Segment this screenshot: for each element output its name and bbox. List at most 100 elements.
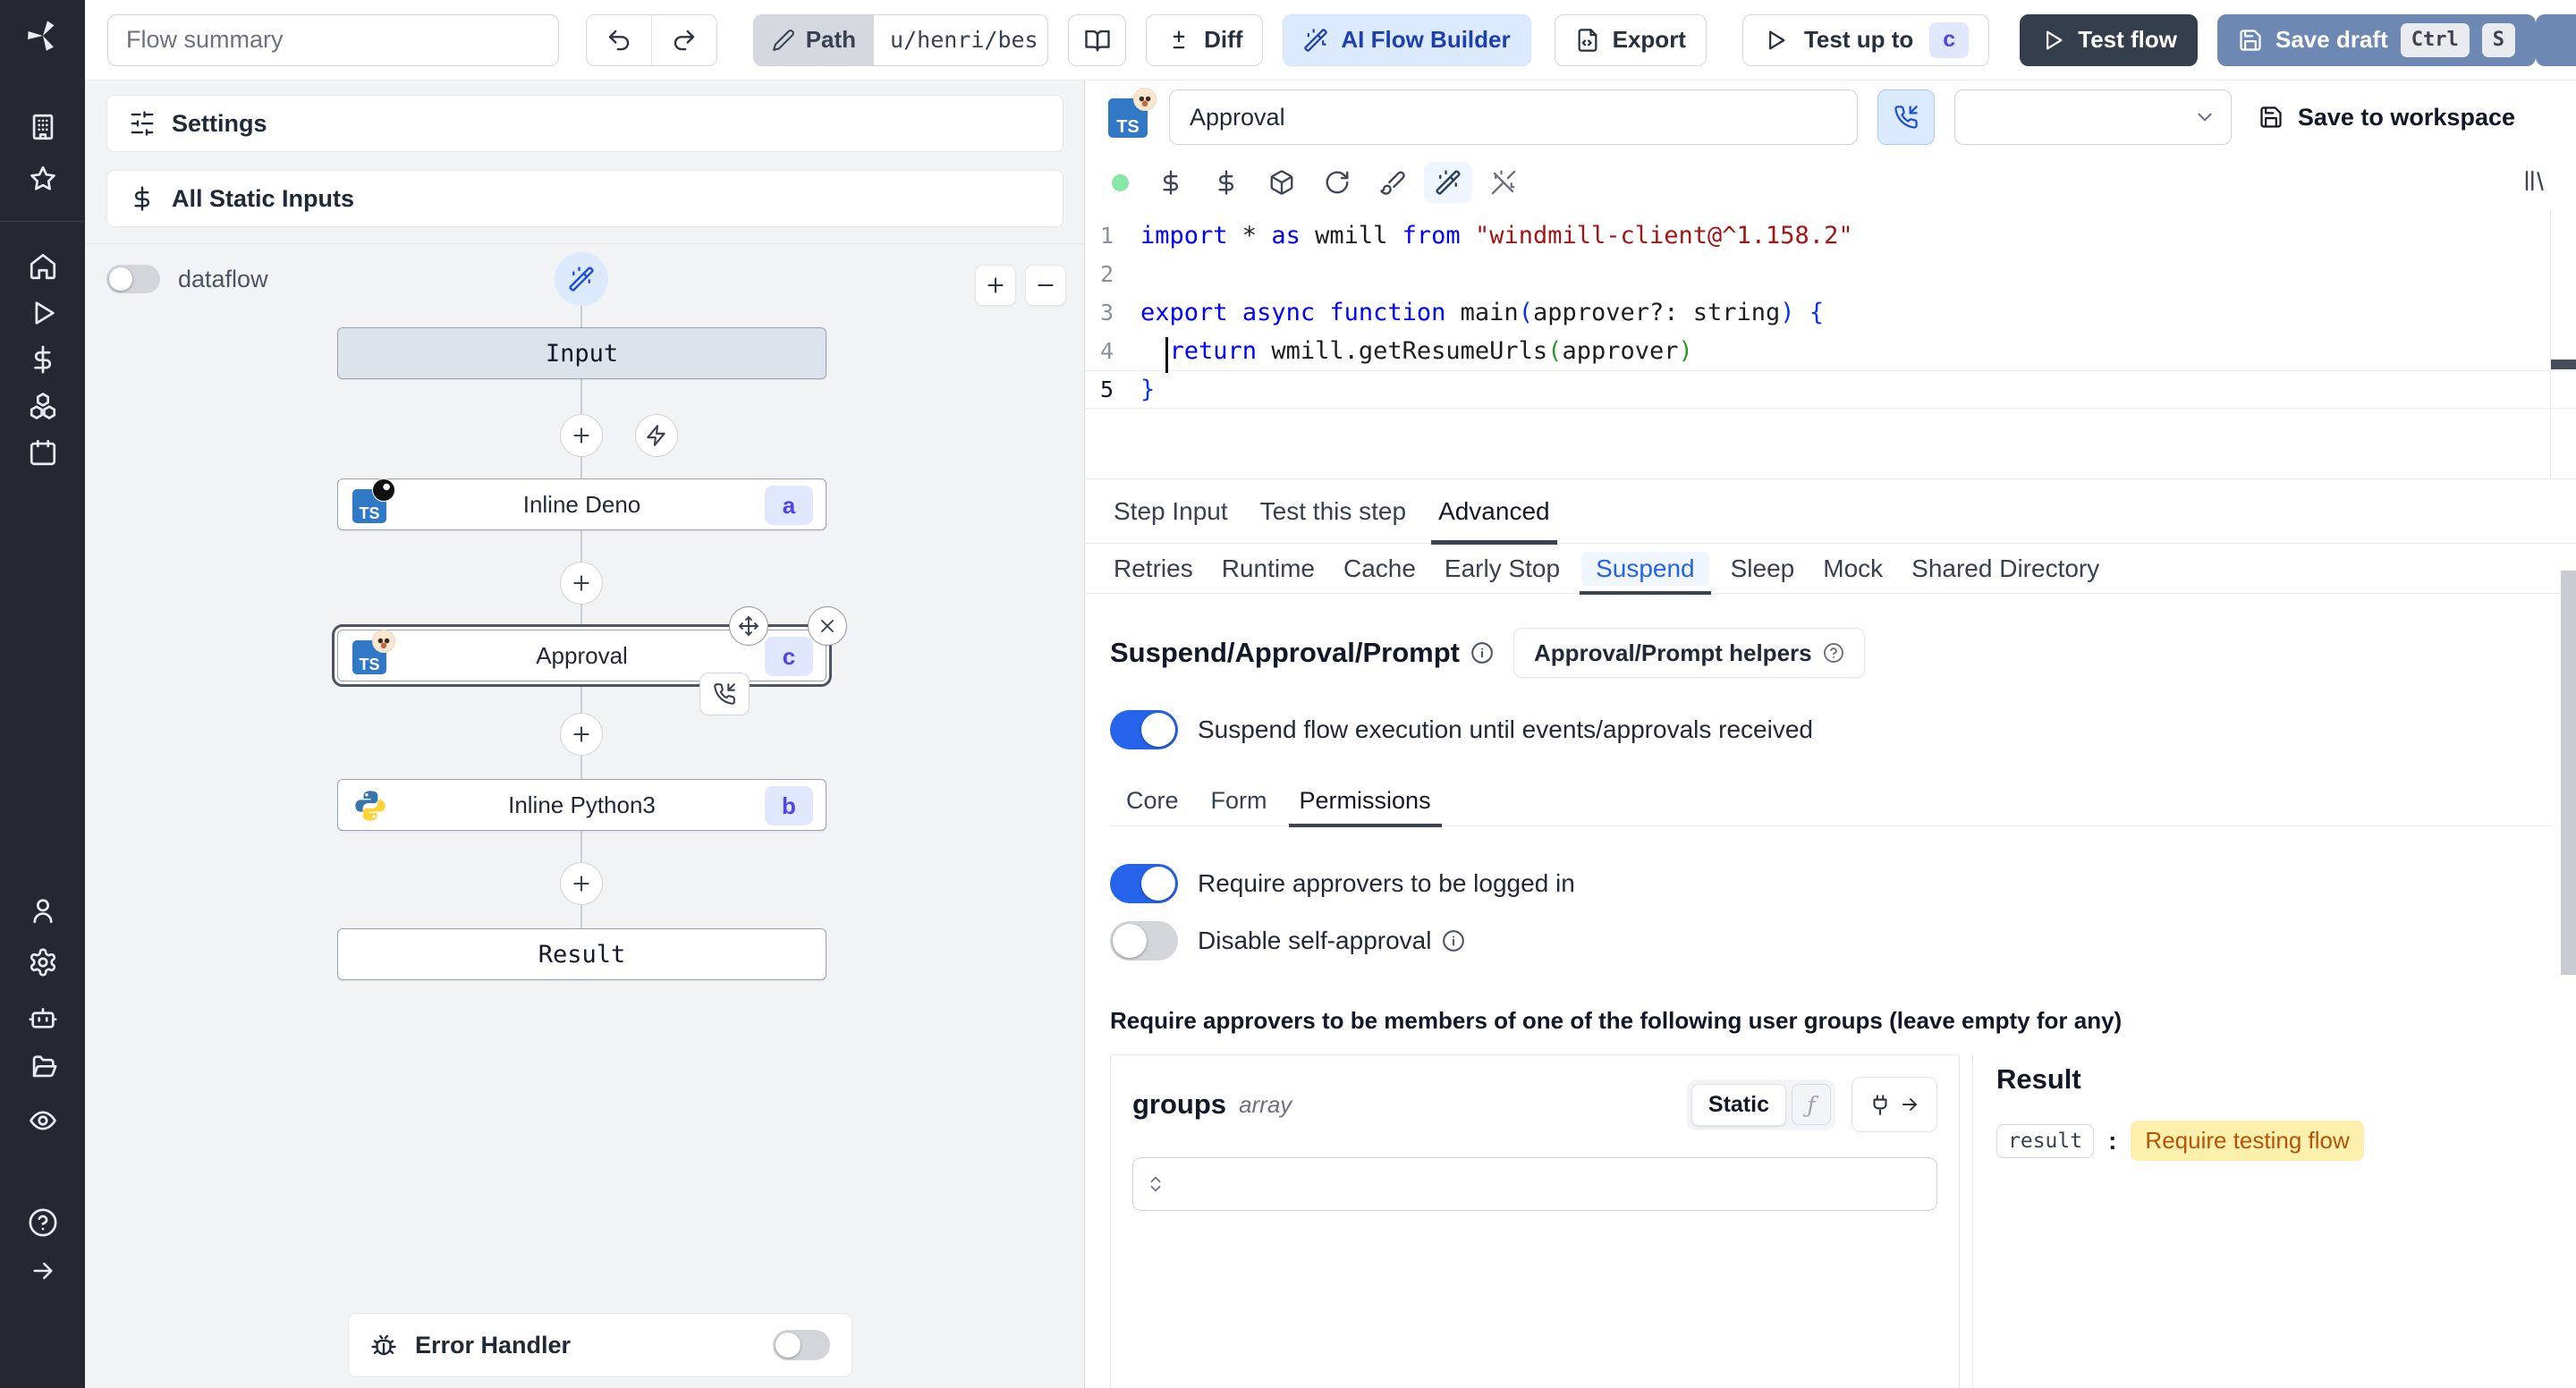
graph-zoom-in-button[interactable] (975, 265, 1016, 306)
export-button[interactable]: Export (1554, 13, 1707, 66)
flow-settings-button[interactable]: Settings (106, 95, 1063, 152)
tab-advanced[interactable]: Advanced (1422, 479, 1566, 545)
sidebar-item-schedules[interactable] (0, 429, 85, 476)
all-static-inputs-button[interactable]: All Static Inputs (106, 170, 1063, 227)
sidebar-item-resources[interactable] (0, 383, 85, 429)
tab-step-input[interactable]: Step Input (1097, 479, 1244, 543)
library-button[interactable] (2522, 167, 2549, 199)
eye-icon (29, 1111, 56, 1130)
test-flow-button[interactable]: Test flow (2020, 13, 2198, 66)
tab-permissions[interactable]: Permissions (1284, 776, 1447, 827)
result-separator: : (2108, 1126, 2117, 1155)
code-editor[interactable]: 1 import * as wmill from "windmill-clien… (1085, 211, 2576, 479)
require-login-toggle[interactable] (1110, 864, 1178, 903)
help-circle-icon (1823, 643, 1843, 663)
tab-shared-directory[interactable]: Shared Directory (1897, 544, 2114, 593)
sidebar-item-variables[interactable] (0, 336, 85, 383)
flow-node-inline-python3[interactable]: Inline Python3 b (337, 779, 826, 831)
info-icon[interactable] (1470, 641, 1494, 664)
sidebar-item-home[interactable] (0, 243, 85, 290)
error-handler-label: Error Handler (415, 1331, 572, 1358)
windmill-logo-icon[interactable] (0, 0, 85, 72)
boxes-icon (30, 393, 55, 419)
package-button[interactable] (1268, 169, 1295, 196)
add-step-button[interactable] (560, 414, 603, 457)
tab-early-stop[interactable]: Early Stop (1430, 544, 1574, 593)
disable-self-approval-toggle[interactable] (1110, 921, 1178, 961)
tab-cache[interactable]: Cache (1329, 544, 1430, 593)
sidebar-item-workers[interactable] (0, 994, 85, 1040)
ai-graph-wand-button[interactable] (555, 252, 608, 306)
groups-array-input[interactable] (1132, 1157, 1937, 1211)
undo-button[interactable] (586, 14, 652, 65)
redo-button[interactable] (651, 14, 716, 65)
error-handler-toggle[interactable] (773, 1330, 830, 1360)
sidebar-item-users[interactable] (0, 887, 85, 934)
sidebar-item-settings[interactable] (0, 939, 85, 986)
delete-node-button[interactable] (808, 606, 847, 646)
sidebar-collapse-button[interactable] (0, 1248, 85, 1294)
tab-core[interactable]: Core (1110, 776, 1195, 825)
add-trigger-button[interactable] (635, 414, 678, 457)
test-up-to-step-badge: c (1929, 21, 1970, 58)
test-up-to-button[interactable]: Test up to c (1741, 13, 1990, 66)
flow-summary-input[interactable] (107, 13, 559, 66)
docs-button[interactable] (1068, 13, 1127, 66)
sidebar-item-folders[interactable] (0, 1044, 85, 1090)
ai-disabled-button[interactable] (1490, 169, 1517, 196)
tab-suspend[interactable]: Suspend (1574, 544, 1716, 595)
sidebar-item-help[interactable] (0, 1199, 85, 1246)
diff-button[interactable]: Diff (1146, 13, 1264, 66)
sidebar-item-runs[interactable] (0, 290, 85, 336)
step-name-input[interactable] (1169, 89, 1858, 145)
add-step-button[interactable] (560, 862, 603, 905)
info-icon[interactable] (1442, 929, 1465, 952)
graph-zoom-out-button[interactable] (1025, 265, 1066, 306)
panel-scrollbar[interactable] (2561, 571, 2576, 975)
chevron-down-icon (2198, 113, 2212, 122)
flow-node-input[interactable]: Input (337, 327, 826, 379)
sidebar-item-favorites[interactable] (0, 156, 85, 202)
move-node-handle[interactable] (729, 606, 768, 646)
script-kind-select[interactable] (1954, 89, 2232, 145)
reload-button[interactable] (1324, 169, 1351, 196)
flow-node-result[interactable]: Result (337, 928, 826, 980)
wand-sparkles-icon (1304, 28, 1328, 52)
flow-node-inline-deno[interactable]: TS Inline Deno a (337, 478, 826, 530)
line-number: 5 (1099, 377, 1114, 402)
static-mode-button[interactable]: Static (1690, 1083, 1786, 1126)
sidebar-item-workspace[interactable] (0, 104, 85, 150)
dataflow-toggle[interactable] (106, 265, 160, 293)
tab-test-this-step[interactable]: Test this step (1244, 479, 1422, 543)
test-up-to-label: Test up to (1803, 26, 1914, 53)
add-step-button[interactable] (560, 562, 603, 605)
result-key-badge[interactable]: result (1996, 1123, 2095, 1158)
result-value-badge[interactable]: Require testing flow (2131, 1121, 2364, 1161)
save-draft-button[interactable]: Save draft Ctrl S (2217, 13, 2536, 66)
pencil-icon (772, 29, 794, 51)
flow-settings-label: Settings (172, 109, 267, 137)
add-step-button[interactable] (560, 713, 603, 756)
tab-mock[interactable]: Mock (1809, 544, 1897, 593)
tab-runtime[interactable]: Runtime (1208, 544, 1329, 593)
dollar-icon (1163, 170, 1179, 195)
javascript-mode-button[interactable]: ƒ (1792, 1084, 1831, 1125)
tab-form[interactable]: Form (1195, 776, 1284, 825)
format-brush-button[interactable] (1379, 169, 1406, 196)
sidebar-item-audit[interactable] (0, 1097, 85, 1144)
suspend-step-button[interactable] (1877, 89, 1935, 145)
ai-assist-button[interactable] (1424, 162, 1472, 203)
deploy-button-partial[interactable] (2535, 13, 2576, 66)
connect-input-button[interactable] (1852, 1077, 1937, 1132)
assets-dollar-button[interactable] (1157, 169, 1184, 196)
suspend-enable-toggle[interactable] (1110, 710, 1178, 749)
error-handler-row[interactable]: Error Handler (348, 1313, 852, 1377)
tab-sleep[interactable]: Sleep (1716, 544, 1809, 593)
ai-flow-builder-button[interactable]: AI Flow Builder (1283, 13, 1531, 66)
tab-retries[interactable]: Retries (1099, 544, 1208, 593)
deno-icon (372, 478, 395, 502)
approval-prompt-helpers-button[interactable]: Approval/Prompt helpers (1513, 628, 1865, 678)
save-to-workspace-button[interactable]: Save to workspace (2258, 104, 2553, 131)
variables-dollar-button[interactable] (1213, 169, 1240, 196)
path-button[interactable]: Path u/henri/bes (752, 13, 1049, 66)
